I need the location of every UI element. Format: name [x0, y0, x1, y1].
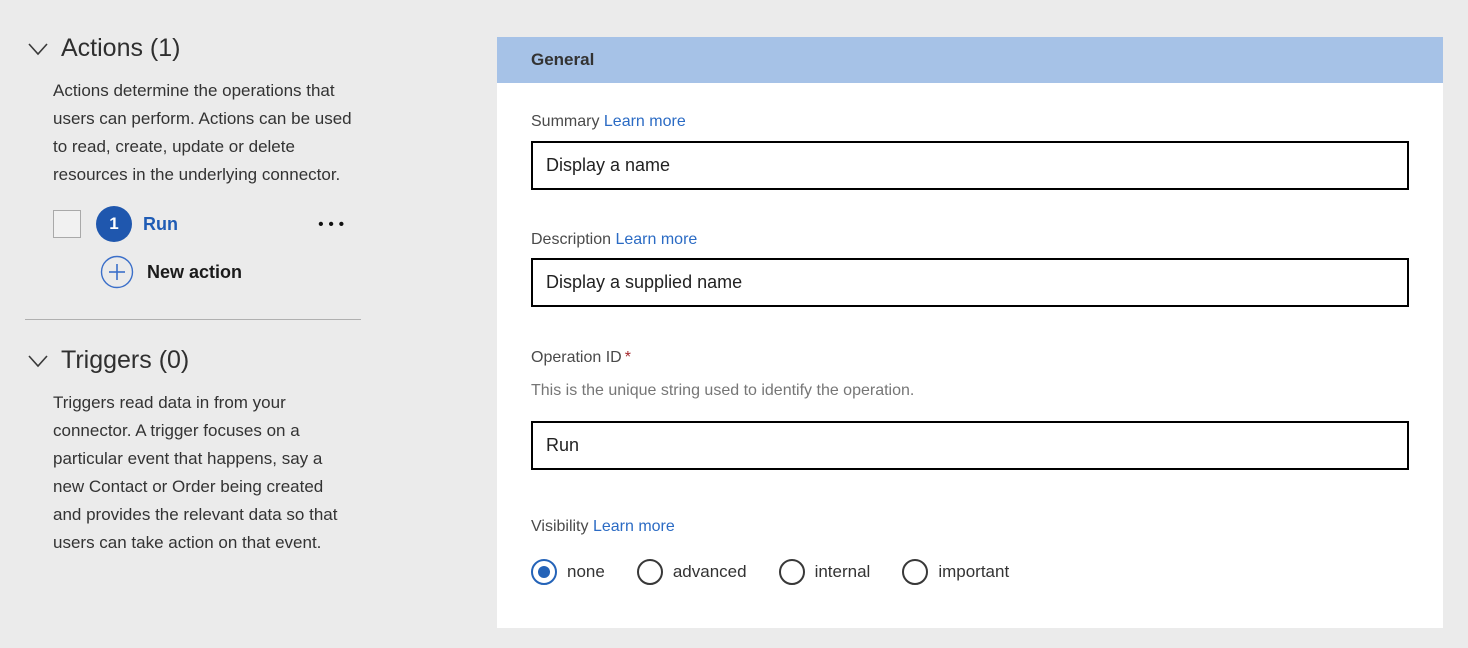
operation-id-label-row: Operation ID*: [531, 349, 1409, 367]
action-checkbox[interactable]: [53, 210, 81, 238]
operation-id-helper-text: This is the unique string used to identi…: [531, 383, 1409, 399]
summary-label: Summary: [531, 113, 599, 130]
new-action-button[interactable]: New action: [100, 255, 361, 289]
summary-learn-more-link[interactable]: Learn more: [604, 113, 686, 130]
triggers-section-header[interactable]: Triggers (0): [25, 346, 361, 375]
summary-input[interactable]: [531, 141, 1409, 190]
plus-circle-icon: [100, 255, 134, 289]
triggers-description: Triggers read data in from your connecto…: [53, 389, 353, 557]
triggers-section-title: Triggers (0): [61, 346, 189, 375]
radio-label-advanced: advanced: [673, 562, 747, 582]
description-label-row: Description Learn more: [531, 231, 1409, 249]
more-options-icon[interactable]: •••: [318, 217, 349, 232]
actions-section-header[interactable]: Actions (1): [25, 34, 361, 63]
radio-option-internal[interactable]: internal: [779, 559, 871, 585]
description-input[interactable]: [531, 258, 1409, 307]
chevron-down-icon[interactable]: [25, 36, 51, 62]
radio-label-internal: internal: [815, 562, 871, 582]
radio-option-advanced[interactable]: advanced: [637, 559, 747, 585]
action-list-item: 1 Run •••: [53, 205, 361, 243]
operation-id-input[interactable]: [531, 421, 1409, 470]
radio-label-none: none: [567, 562, 605, 582]
radio-unselected-icon[interactable]: [637, 559, 663, 585]
description-learn-more-link[interactable]: Learn more: [615, 231, 697, 248]
radio-unselected-icon[interactable]: [902, 559, 928, 585]
visibility-radio-group: none advanced internal important: [531, 559, 1409, 585]
visibility-label: Visibility: [531, 518, 589, 535]
radio-selected-icon[interactable]: [531, 559, 557, 585]
operations-sidebar: Actions (1) Actions determine the operat…: [25, 34, 361, 557]
new-action-label: New action: [147, 262, 242, 283]
radio-option-none[interactable]: none: [531, 559, 605, 585]
visibility-label-row: Visibility Learn more: [531, 518, 1409, 536]
action-run-link[interactable]: Run: [143, 214, 178, 235]
radio-label-important: important: [938, 562, 1009, 582]
actions-description: Actions determine the operations that us…: [53, 77, 353, 189]
radio-option-important[interactable]: important: [902, 559, 1009, 585]
description-label: Description: [531, 231, 611, 248]
chevron-down-icon[interactable]: [25, 348, 51, 374]
required-asterisk: *: [625, 349, 631, 366]
actions-section-title: Actions (1): [61, 34, 180, 63]
radio-unselected-icon[interactable]: [779, 559, 805, 585]
action-order-badge: 1: [96, 206, 132, 242]
panel-body: Summary Learn more Description Learn mor…: [497, 83, 1443, 628]
summary-label-row: Summary Learn more: [531, 113, 1409, 131]
sidebar-divider: [25, 319, 361, 320]
panel-header: General: [497, 37, 1443, 83]
operation-id-label: Operation ID: [531, 349, 622, 366]
general-panel: General Summary Learn more Description L…: [497, 37, 1443, 628]
visibility-learn-more-link[interactable]: Learn more: [593, 518, 675, 535]
panel-title: General: [531, 50, 594, 70]
